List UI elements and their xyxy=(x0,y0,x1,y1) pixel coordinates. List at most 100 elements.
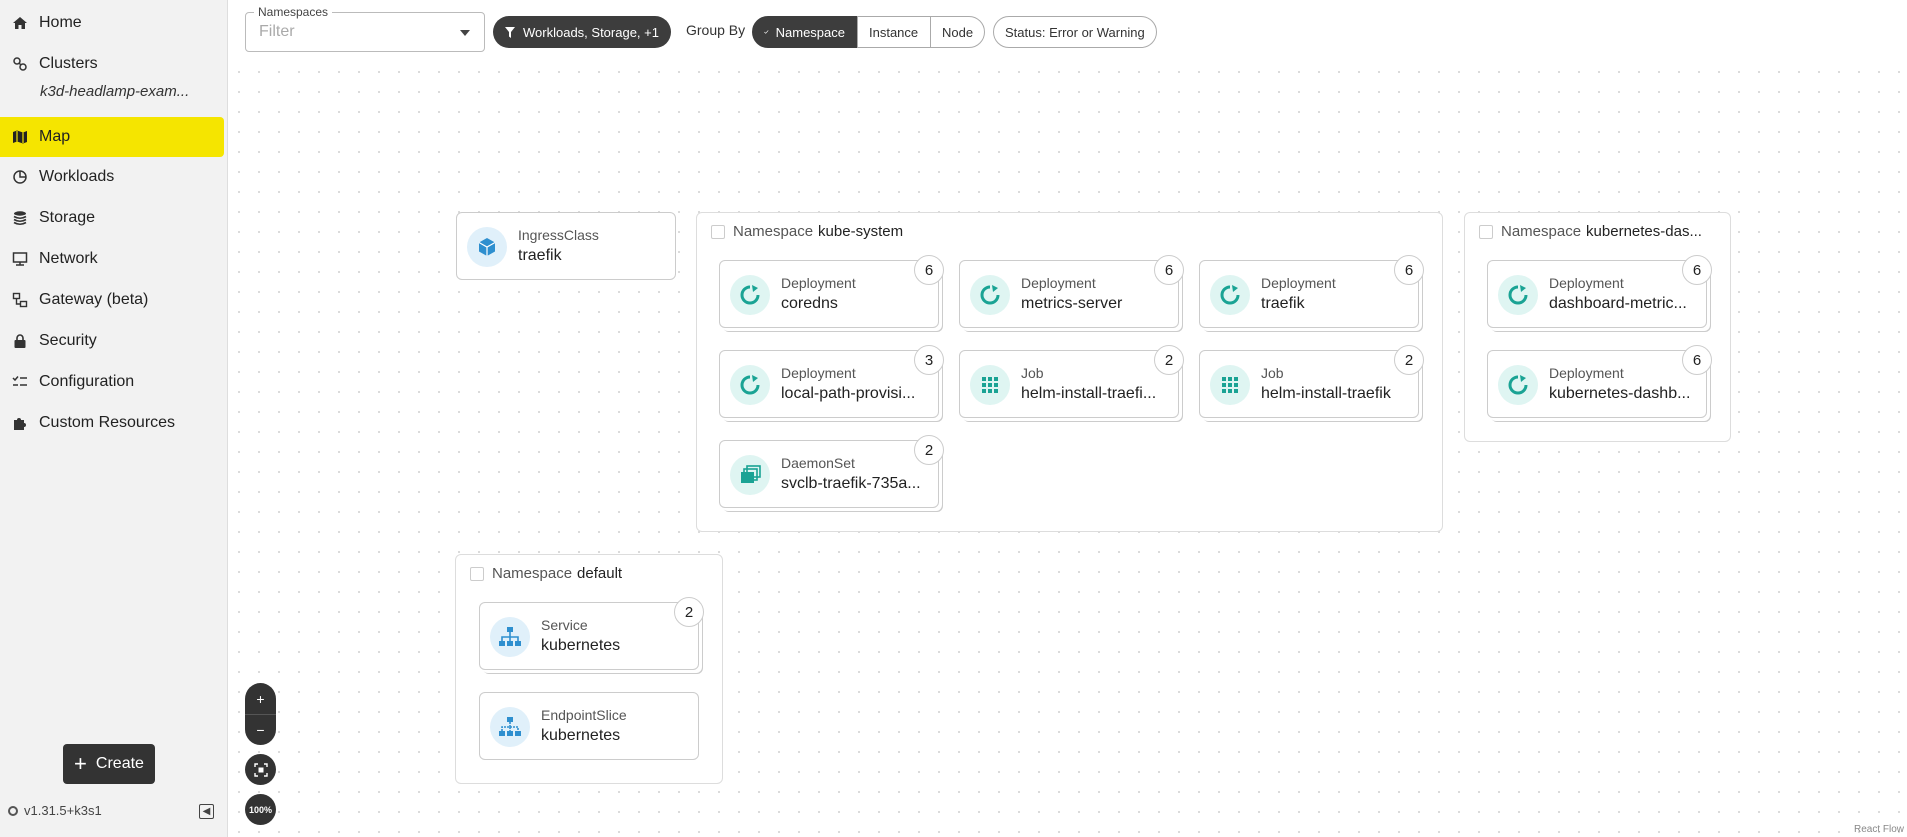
dropdown-caret-icon[interactable] xyxy=(460,30,470,36)
deployment-icon xyxy=(730,365,770,405)
create-button[interactable]: + Create xyxy=(63,744,155,784)
network-icon xyxy=(12,251,28,267)
clusters-icon xyxy=(12,56,28,72)
cube-icon xyxy=(467,227,507,267)
job-icon xyxy=(970,365,1010,405)
sidebar-item-home[interactable]: Home xyxy=(0,3,224,43)
group-title-name: default xyxy=(577,565,623,582)
sidebar-item-map[interactable]: Map xyxy=(0,117,224,157)
deployment-icon xyxy=(970,275,1010,315)
resource-filter-label: Workloads, Storage, +1 xyxy=(523,24,659,40)
zoom-level-label: 100% xyxy=(248,804,273,815)
node-name: kubernetes xyxy=(541,637,621,654)
node-count-badge: 6 xyxy=(1682,255,1712,285)
status-filter-chip[interactable]: Status: Error or Warning xyxy=(993,16,1157,48)
group-by-namespace[interactable]: Namespace xyxy=(752,16,857,48)
job-icon xyxy=(1210,365,1250,405)
collapse-icon: ◀ xyxy=(202,806,211,817)
namespaces-label: Namespaces xyxy=(254,5,333,19)
sidebar-item-security[interactable]: Security xyxy=(0,321,224,361)
zoom-out-label: − xyxy=(256,722,265,738)
sidebar-item-label: Home xyxy=(39,14,82,31)
node-name: kubernetes xyxy=(541,727,621,744)
sidebar-item-label: Clusters xyxy=(39,55,98,72)
configuration-icon xyxy=(12,374,28,390)
home-icon xyxy=(12,15,28,31)
group-by-option-label: Namespace xyxy=(775,24,845,40)
sidebar-item-configuration[interactable]: Configuration xyxy=(0,362,224,402)
deployment-icon xyxy=(1498,275,1538,315)
sidebar-item-custom-resources[interactable]: Custom Resources xyxy=(0,403,224,443)
node-kind: Deployment xyxy=(1021,275,1096,291)
map-icon xyxy=(12,129,28,145)
zoom-in-label: + xyxy=(256,691,265,707)
collapse-checkbox[interactable] xyxy=(711,224,725,239)
node-count-badge: 2 xyxy=(914,435,944,465)
collapse-sidebar-button[interactable]: ◀ xyxy=(199,804,214,819)
sidebar-item-label: Workloads xyxy=(39,168,115,185)
fit-view-icon xyxy=(253,762,268,777)
node-kind: Deployment xyxy=(781,365,856,381)
namespaces-filter[interactable]: Namespaces Filter xyxy=(245,5,485,52)
node-endpointslice-kubernetes[interactable]: EndpointSlice kubernetes xyxy=(479,692,699,760)
group-by-label: Group By xyxy=(686,22,746,38)
node-job-helm-install-traefik-crd[interactable]: Job helm-install-traefi... 2 xyxy=(959,345,1184,418)
sidebar-item-storage[interactable]: Storage xyxy=(0,198,224,238)
node-count-badge: 3 xyxy=(914,345,944,375)
sidebar-item-label: Security xyxy=(39,332,97,349)
node-deployment-traefik[interactable]: Deployment traefik 6 xyxy=(1199,255,1424,328)
deployment-icon xyxy=(730,275,770,315)
node-kind: IngressClass xyxy=(518,227,599,243)
node-deployment-dashboard-metrics-scraper[interactable]: Deployment dashboard-metric... 6 xyxy=(1487,255,1712,328)
node-kind: EndpointSlice xyxy=(541,707,627,723)
node-daemonset-svclb-traefik[interactable]: DaemonSet svclb-traefik-735a... 2 xyxy=(719,435,944,508)
workloads-icon xyxy=(12,169,28,185)
sidebar-item-clusters[interactable]: Clusters xyxy=(0,44,224,84)
gateway-icon xyxy=(12,292,28,308)
status-filter-label: Status: Error or Warning xyxy=(1005,24,1145,40)
node-count-badge: 6 xyxy=(1154,255,1184,285)
node-kind: Deployment xyxy=(1261,275,1336,291)
node-service-kubernetes[interactable]: Service kubernetes 2 xyxy=(479,597,704,670)
resource-filter-chip[interactable]: Workloads, Storage, +1 xyxy=(493,16,671,48)
zoom-out-button[interactable]: − xyxy=(245,714,276,745)
node-deployment-kubernetes-dashboard[interactable]: Deployment kubernetes-dashb... 6 xyxy=(1487,345,1712,418)
node-name: svclb-traefik-735a... xyxy=(781,475,921,492)
node-job-helm-install-traefik[interactable]: Job helm-install-traefik 2 xyxy=(1199,345,1424,418)
deployment-icon xyxy=(1498,365,1538,405)
node-count-badge: 6 xyxy=(1682,345,1712,375)
sidebar-item-label: Storage xyxy=(39,209,96,226)
fit-view-button[interactable] xyxy=(245,754,276,785)
node-name: local-path-provisi... xyxy=(781,385,916,402)
sidebar-item-network[interactable]: Network xyxy=(0,239,224,279)
group-title-prefix: Namespace xyxy=(733,223,814,240)
node-deployment-coredns[interactable]: Deployment coredns 6 xyxy=(719,255,944,328)
group-by-instance[interactable]: Instance xyxy=(857,16,931,48)
node-name: helm-install-traefik xyxy=(1261,385,1391,402)
group-title-name: kubernetes-das... xyxy=(1586,223,1702,240)
sidebar-item-gateway[interactable]: Gateway (beta) xyxy=(0,280,224,320)
service-icon xyxy=(490,617,530,657)
node-kind: Service xyxy=(541,617,588,633)
node-count-badge: 2 xyxy=(674,597,704,627)
node-ingressclass-traefik[interactable]: IngressClass traefik xyxy=(456,212,676,280)
zoom-level-button[interactable]: 100% xyxy=(245,794,276,825)
endpointslice-icon xyxy=(490,707,530,747)
group-title-prefix: Namespace xyxy=(1501,223,1582,240)
namespaces-placeholder: Filter xyxy=(259,23,295,40)
daemonset-icon xyxy=(730,455,770,495)
zoom-in-button[interactable]: + xyxy=(245,683,276,715)
group-by-option-label: Instance xyxy=(869,24,919,40)
node-name: helm-install-traefi... xyxy=(1021,385,1157,402)
collapse-checkbox[interactable] xyxy=(470,566,484,581)
collapse-checkbox[interactable] xyxy=(1479,224,1493,239)
node-deployment-local-path-provisioner[interactable]: Deployment local-path-provisi... 3 xyxy=(719,345,944,418)
react-flow-attribution[interactable]: React Flow xyxy=(1854,824,1904,835)
node-deployment-metrics-server[interactable]: Deployment metrics-server 6 xyxy=(959,255,1184,328)
group-title: Namespace kubernetes-das... xyxy=(1479,223,1702,240)
sidebar-item-workloads[interactable]: Workloads xyxy=(0,157,224,197)
sidebar-item-label: Gateway (beta) xyxy=(39,291,149,308)
node-count-badge: 2 xyxy=(1154,345,1184,375)
group-by-node[interactable]: Node xyxy=(930,16,985,48)
cluster-name[interactable]: k3d-headlamp-exam... xyxy=(40,83,189,100)
